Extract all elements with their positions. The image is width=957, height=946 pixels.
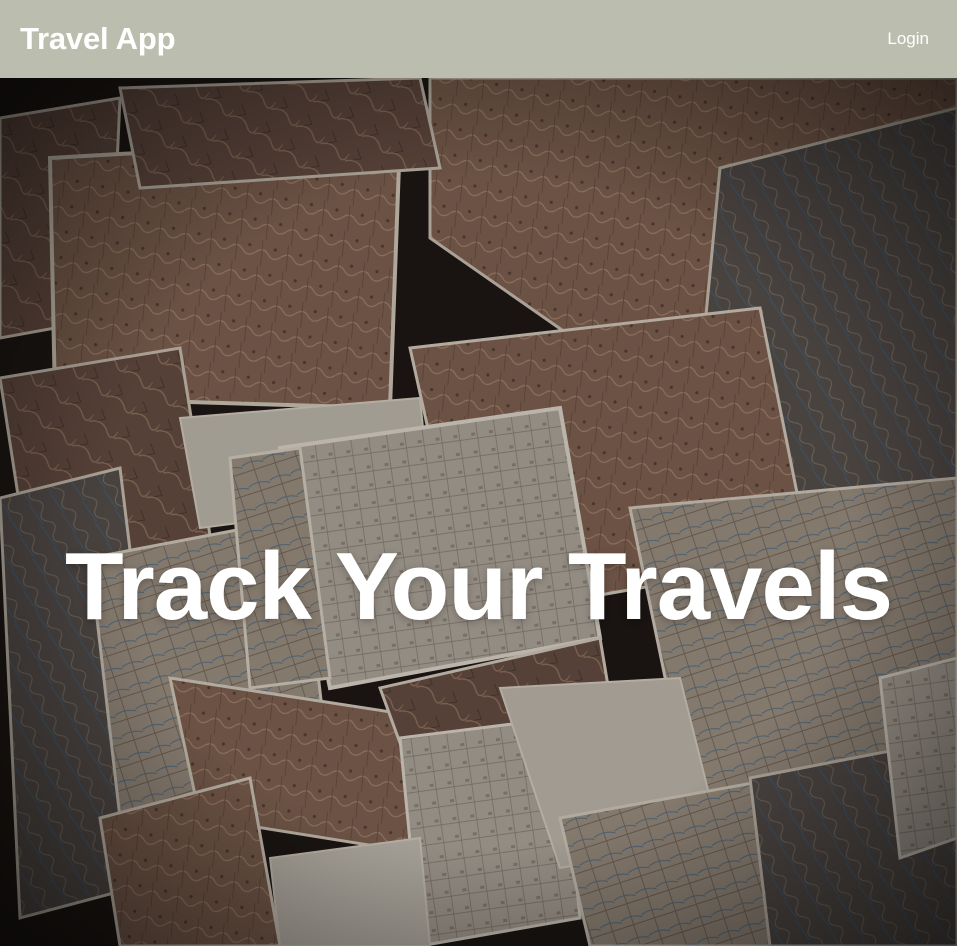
hero-section: Track Your Travels	[0, 78, 957, 946]
hero-title: Track Your Travels	[65, 533, 893, 641]
login-link[interactable]: Login	[887, 29, 929, 49]
top-navbar: Travel App Login	[0, 0, 957, 78]
hero-background-image	[0, 78, 957, 946]
brand-logo-link[interactable]: Travel App	[20, 21, 176, 57]
